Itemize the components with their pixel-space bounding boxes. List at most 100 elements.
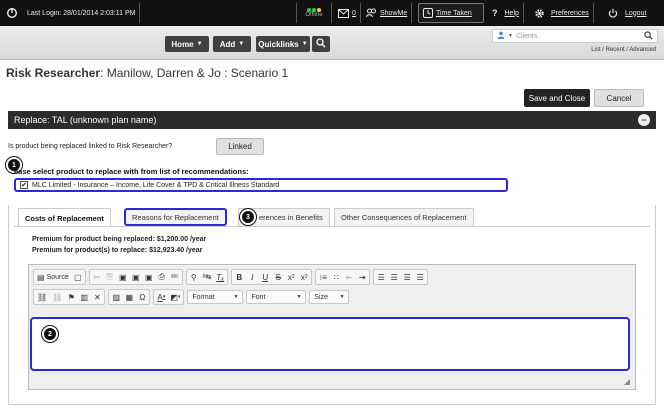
align-right-icon[interactable]: ☰ [403, 273, 411, 282]
quick-search-button[interactable] [312, 36, 330, 52]
search-icon[interactable] [644, 30, 653, 42]
align-center-icon[interactable]: ☰ [390, 273, 398, 282]
table-icon[interactable]: ▦ [125, 293, 134, 302]
collapse-icon[interactable]: − [638, 114, 650, 126]
background-color-icon[interactable]: ◩ ▾ [170, 293, 180, 302]
numbered-list-icon[interactable]: ⁝≡ [319, 273, 327, 282]
copy-icon[interactable]: ⎘ [106, 272, 114, 282]
paste-from-word-icon[interactable]: ▥ [80, 293, 89, 302]
cut-icon[interactable]: ✂ [93, 273, 101, 282]
page-title-context: : Manilow, Darren & Jo : Scenario 1 [100, 66, 289, 80]
paste-word-icon[interactable]: ▣ [145, 273, 153, 282]
top-bar: Last Login: 28/01/2014 2:03:11 PM Offlin… [0, 0, 664, 26]
caret-down-icon: ▼ [238, 41, 245, 47]
remove-format-icon[interactable]: Tₓ [216, 273, 224, 282]
linked-button[interactable]: Linked [216, 138, 264, 155]
strikethrough-icon[interactable]: S [274, 273, 282, 282]
size-label: Size [314, 293, 329, 301]
save-and-close-button[interactable]: Save and Close [524, 89, 590, 107]
logout-link[interactable]: Logout [604, 3, 650, 23]
font-dropdown[interactable]: Font ▼ [246, 290, 307, 304]
help-label[interactable]: Help [505, 10, 519, 17]
justify-icon[interactable]: ☰ [416, 273, 424, 282]
replace-panel-title: Replace: TAL (unknown plan name) [14, 115, 157, 125]
gear-icon [534, 8, 545, 19]
tab-other-consequences[interactable]: Other Consequences of Replacement [334, 208, 474, 226]
power-icon[interactable] [6, 7, 18, 19]
mail-count[interactable]: 0 [352, 10, 356, 17]
page-title-module: Risk Researcher [6, 66, 101, 80]
cancel-button[interactable]: Cancel [594, 89, 644, 107]
help-link[interactable]: ? Help [488, 3, 524, 23]
premium-replace: Premium for product(s) to replace: $12,9… [32, 247, 203, 254]
anchor-flag-icon[interactable]: ⚑ [67, 293, 75, 302]
outdent-icon[interactable]: ⇤ [345, 273, 353, 282]
print-icon[interactable]: ⎙ [158, 272, 166, 282]
reasons-text-area[interactable] [30, 317, 630, 371]
find-icon[interactable]: ⚲ [190, 273, 198, 282]
text-color-icon[interactable]: A ▾ [157, 293, 165, 302]
new-page-icon[interactable]: ▢ [74, 273, 82, 282]
premium-replaced: Premium for product being replaced: $1,2… [32, 236, 207, 243]
spellcheck-icon[interactable]: ᵃᵇᶜ [171, 274, 179, 281]
format-label: Format [192, 293, 215, 301]
special-character-icon[interactable]: Ω [138, 293, 146, 302]
underline-icon[interactable]: U [261, 273, 269, 282]
step-marker-2: 2 [42, 326, 58, 342]
recommendation-checkbox[interactable]: ✔ [20, 181, 28, 189]
paste-text-icon[interactable]: ▣ [132, 273, 140, 282]
logout-label[interactable]: Logout [625, 10, 646, 17]
align-left-icon[interactable]: ☰ [377, 273, 385, 282]
tab-costs-of-replacement[interactable]: Costs of Replacement [18, 208, 111, 227]
search-icon [316, 38, 326, 50]
remove-icon[interactable]: ✕ [93, 293, 101, 302]
mail-link[interactable]: 0 [334, 3, 361, 23]
editor-toolbar-row-1: ▤ Source ▢ ✂ ⎘ ▣ ▣ ▣ ⎙ ᵃᵇᶜ ⚲ ᵇ↹ Tₓ B I U… [33, 269, 429, 285]
add-menu-button[interactable]: Add ▼ [213, 36, 251, 52]
select-product-label: ease select product to replace with from… [14, 167, 249, 176]
size-dropdown[interactable]: Size ▼ [309, 290, 350, 304]
step-marker-3: 3 [240, 209, 256, 225]
home-menu-button[interactable]: Home ▼ [165, 36, 209, 52]
unlink-icon[interactable]: ⛓ [52, 293, 62, 302]
time-taken-label[interactable]: Time Taken [436, 10, 472, 17]
time-taken-link[interactable]: Time Taken [418, 3, 484, 23]
indent-icon[interactable]: ⇥ [358, 273, 366, 282]
main-header: Home ▼ Add ▼ Quicklinks ▼ ▼ Clients List… [0, 26, 664, 60]
question-icon: ? [492, 8, 498, 18]
caret-down-icon[interactable]: ▼ [508, 33, 513, 39]
italic-icon[interactable]: I [248, 273, 256, 282]
superscript-icon[interactable]: x2 [300, 273, 308, 282]
linked-question: Is product being replaced linked to Risk… [8, 143, 173, 150]
caret-down-icon: ▼ [296, 294, 302, 300]
paste-icon[interactable]: ▣ [119, 273, 127, 282]
recommendation-label: MLC Limited - Insurance – Income, Life C… [32, 181, 280, 189]
client-search-input[interactable]: ▼ Clients [492, 29, 658, 43]
bulleted-list-icon[interactable]: ∷ [332, 273, 340, 282]
offline-indicator[interactable]: Offline [296, 3, 332, 23]
power-off-icon [608, 8, 618, 18]
quicklinks-menu-button[interactable]: Quicklinks ▼ [256, 36, 310, 52]
showme-label[interactable]: ShowMe [380, 10, 407, 17]
preferences-label[interactable]: Preferences [551, 10, 589, 17]
last-login-text: Last Login: 28/01/2014 2:03:11 PM [27, 9, 136, 17]
replace-icon[interactable]: ᵇ↹ [203, 273, 212, 281]
bold-icon[interactable]: B [235, 273, 243, 282]
add-label: Add [219, 39, 236, 49]
image-icon[interactable]: ▨ [112, 293, 121, 302]
client-search-options[interactable]: List / Recent / Advanced [591, 47, 656, 53]
caret-down-icon: ▼ [196, 41, 203, 47]
recommendation-option[interactable]: ✔ MLC Limited - Insurance – Income, Life… [14, 178, 508, 192]
showme-link[interactable]: ShowMe [362, 3, 413, 23]
source-button[interactable]: ▤ Source [37, 273, 69, 282]
subscript-icon[interactable]: x2 [287, 273, 295, 282]
offline-label: Offline [305, 12, 323, 18]
page-title: Risk Researcher: Manilow, Darren & Jo : … [6, 66, 288, 80]
caret-down-icon: ▼ [339, 294, 345, 300]
tab-reasons-for-replacement[interactable]: Reasons for Replacement [124, 208, 227, 226]
preferences-link[interactable]: Preferences [530, 3, 594, 23]
format-dropdown[interactable]: Format ▼ [187, 290, 244, 304]
quicklinks-label: Quicklinks [258, 39, 299, 49]
link-icon[interactable]: ⛓ [37, 293, 47, 302]
resize-handle-icon[interactable] [624, 379, 630, 385]
